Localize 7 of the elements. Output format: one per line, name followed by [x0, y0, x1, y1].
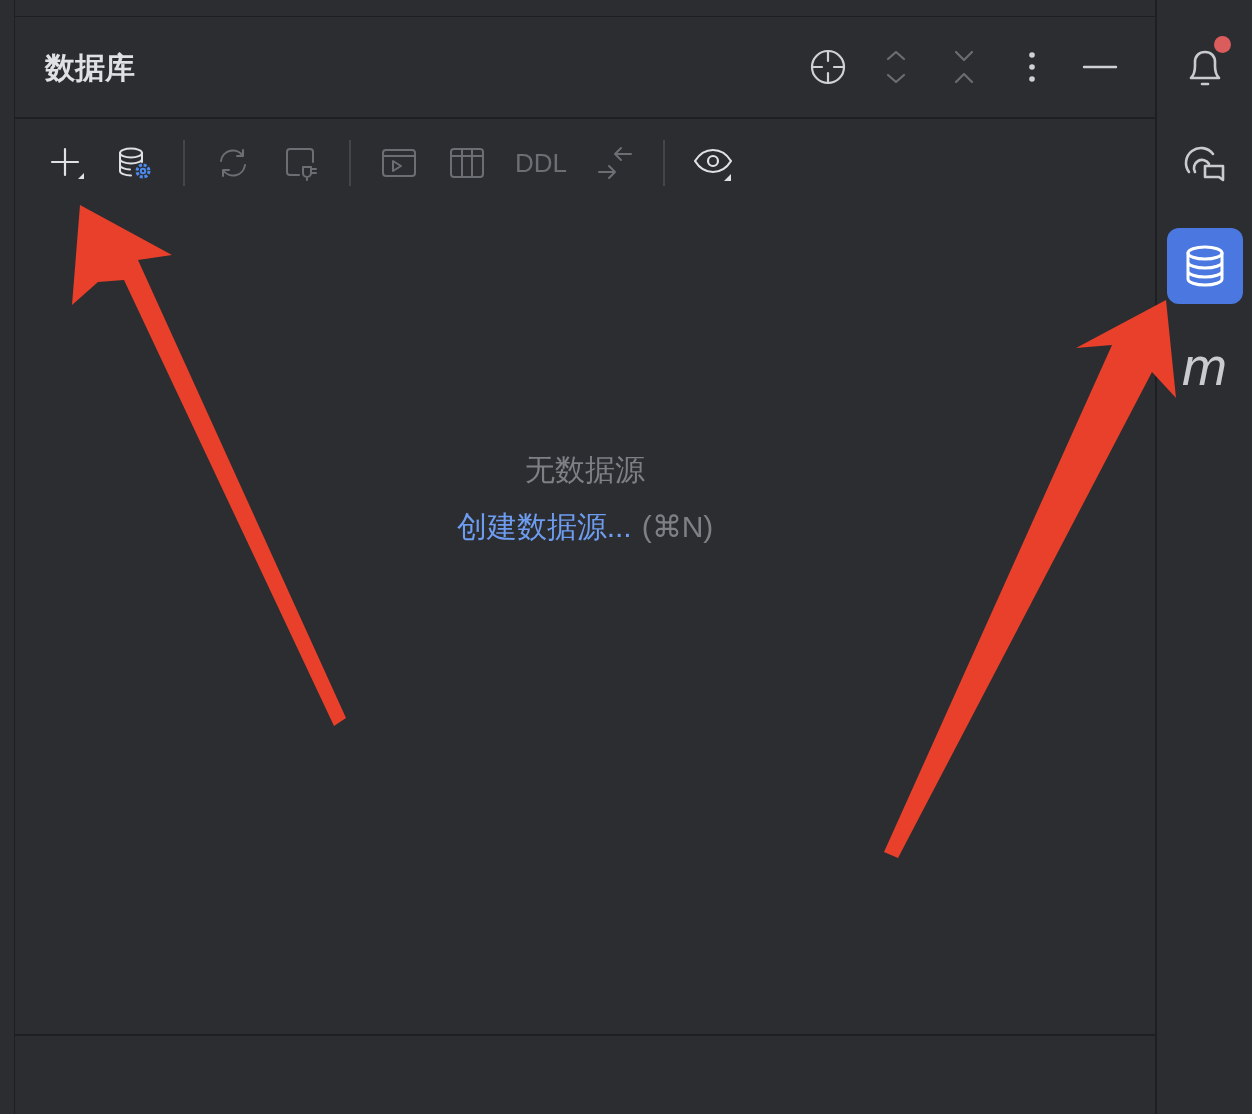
shortcut-hint: (⌘N) [641, 509, 714, 545]
empty-message: 无数据源 [525, 452, 645, 488]
crosshair-icon[interactable] [808, 47, 848, 87]
sidebar-tool-button[interactable] [1166, 228, 1243, 304]
create-data-source-link[interactable]: 创建数据源... [456, 504, 632, 549]
sidebar-tool-button[interactable]: m [1180, 336, 1229, 396]
panel-title: 数据库 [45, 49, 135, 86]
